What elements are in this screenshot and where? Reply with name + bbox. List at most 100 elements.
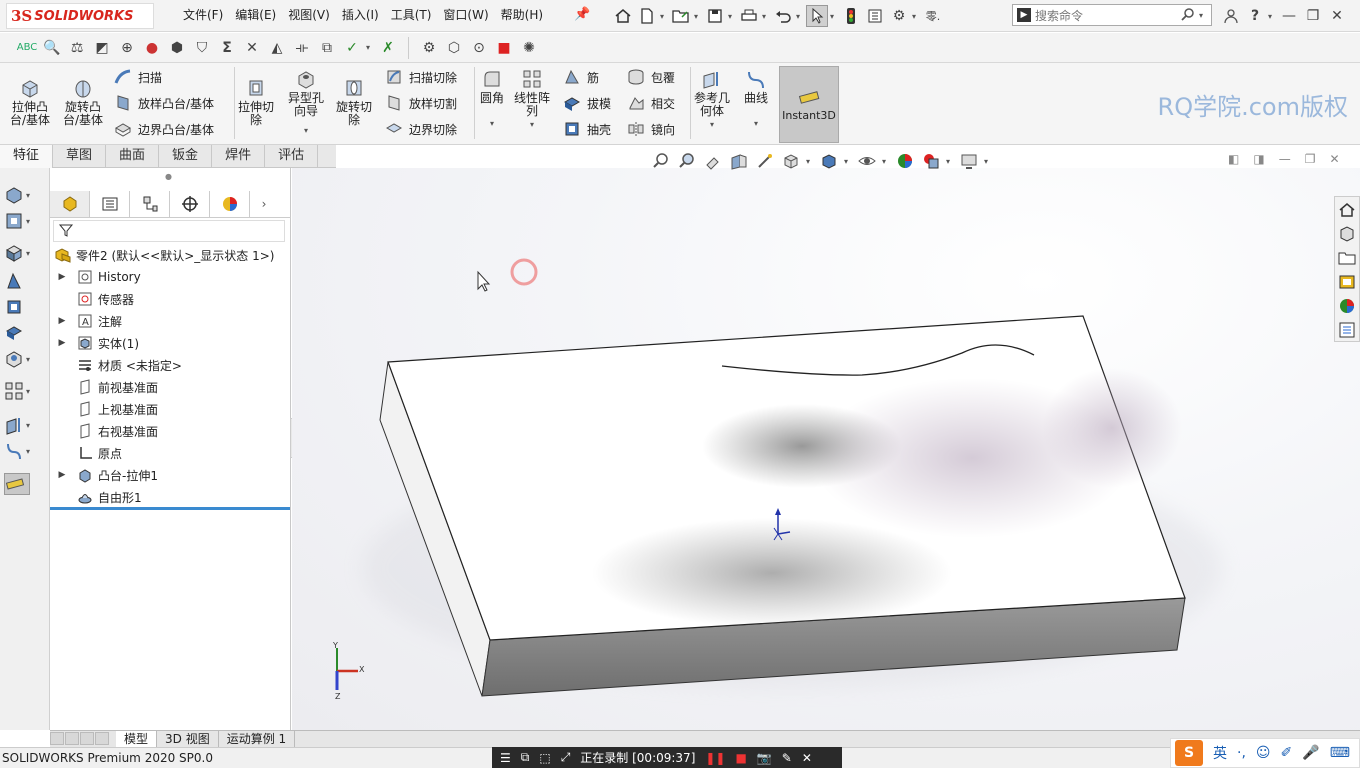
assembly-icon[interactable]: ⚙ — [418, 37, 440, 59]
select-arrow-icon[interactable] — [806, 5, 828, 27]
chevron-down-icon[interactable]: ▾ — [752, 117, 760, 130]
boundary-boss-button[interactable]: 边界凸台/基体 — [114, 118, 214, 140]
open-folder-icon[interactable] — [670, 5, 692, 27]
revolve-cut-button[interactable]: 旋转切 除 — [336, 77, 372, 127]
chevron-down-icon[interactable]: ▾ — [488, 117, 496, 130]
tile-left-icon[interactable]: ◧ — [1228, 152, 1239, 166]
measure-icon[interactable]: 🔍 — [41, 37, 63, 59]
gear-icon[interactable]: ⚙ — [888, 5, 910, 27]
expand-icon[interactable]: ▶ — [56, 470, 68, 480]
chevron-down-icon[interactable]: ▾ — [728, 12, 736, 21]
save-icon[interactable] — [704, 5, 726, 27]
pattern-icon[interactable]: ⬡ — [443, 37, 465, 59]
camera-icon[interactable]: 📷 — [757, 751, 772, 765]
close-icon[interactable]: ✕ — [1326, 5, 1348, 27]
chevron-down-icon[interactable]: ▾ — [1268, 12, 1276, 21]
expand-icon[interactable]: ▶ — [56, 272, 68, 282]
curves-button[interactable]: 曲线 ▾ — [744, 68, 768, 130]
appearance-icon[interactable] — [894, 150, 916, 172]
expand-icon[interactable]: ▶ — [56, 338, 68, 348]
fillet-button[interactable]: 圆角 ▾ — [480, 68, 504, 130]
chevron-down-icon[interactable]: ▾ — [796, 12, 804, 21]
hole-wizard-button[interactable]: 异型孔 向导 ▾ — [288, 68, 324, 137]
boundary-cut-button[interactable]: 边界切除 — [385, 118, 457, 140]
hide-show-icon[interactable] — [856, 150, 878, 172]
excel-icon[interactable]: ✗ — [377, 37, 399, 59]
chevron-down-icon[interactable]: ▾ — [946, 157, 954, 166]
chevron-down-icon[interactable]: ▾ — [844, 157, 852, 166]
sweep-button[interactable]: 扫描 — [114, 66, 162, 88]
check-geometry-icon[interactable]: ⊕ — [116, 37, 138, 59]
traffic-light-icon[interactable] — [840, 5, 862, 27]
tree-item-right-plane[interactable]: 右视基准面 — [56, 420, 158, 442]
print-icon[interactable] — [738, 5, 760, 27]
tree-item-top-plane[interactable]: 上视基准面 — [56, 398, 158, 420]
display-manager-tab[interactable] — [210, 190, 250, 217]
home-icon[interactable] — [1336, 199, 1358, 221]
chevron-down-icon[interactable]: ▾ — [26, 421, 34, 430]
rib-button[interactable]: 筋 — [563, 66, 599, 88]
chevron-down-icon[interactable]: ▾ — [1199, 11, 1207, 20]
tab-3d-views[interactable]: 3D 视图 — [157, 731, 219, 747]
chevron-down-icon[interactable]: ▾ — [26, 447, 34, 456]
symmetry-icon[interactable]: ⟛ — [291, 37, 313, 59]
new-document-icon[interactable] — [636, 5, 658, 27]
tree-root[interactable]: 零件2 (默认<<默认>_显示状态 1>) — [54, 244, 274, 266]
feature-manager-tab[interactable] — [50, 190, 90, 217]
draft-button[interactable]: 拔模 — [563, 92, 611, 114]
pen-icon[interactable]: ✎ — [782, 751, 792, 765]
tab-surfaces[interactable]: 曲面 — [106, 145, 160, 168]
resize-icon[interactable]: ⤢ — [561, 750, 571, 765]
shortcut-draft[interactable] — [4, 322, 44, 344]
geometry-analysis-icon[interactable]: ⬢ — [166, 37, 188, 59]
search-icon[interactable] — [1181, 7, 1195, 24]
chevron-down-icon[interactable]: ▾ — [528, 118, 536, 131]
dimxpert-tab[interactable] — [170, 190, 210, 217]
region-icon[interactable]: ⬚ — [539, 751, 550, 765]
chevron-down-icon[interactable]: ▾ — [660, 12, 668, 21]
curvature-icon[interactable]: ✕ — [241, 37, 263, 59]
ime-language[interactable]: 英 — [1213, 743, 1227, 763]
tab-scroll-buttons[interactable] — [50, 731, 112, 747]
rollback-bar[interactable] — [50, 507, 290, 510]
shortcut-curves[interactable]: ▾ — [4, 440, 44, 462]
dynamic-annotation-icon[interactable] — [754, 150, 776, 172]
shortcut-rib[interactable] — [4, 270, 44, 292]
tree-item-boss-extrude[interactable]: ▶ 凸台-拉伸1 — [56, 464, 158, 486]
close-icon[interactable]: ✕ — [802, 751, 812, 765]
configuration-manager-tab[interactable] — [130, 190, 170, 217]
mirror-button[interactable]: 镜向 — [627, 118, 675, 140]
user-icon[interactable] — [1220, 5, 1242, 27]
tab-motion-study[interactable]: 运动算例 1 — [219, 731, 296, 747]
tab-evaluate[interactable]: 评估 — [265, 145, 319, 168]
skin-icon[interactable]: ✐ — [1281, 745, 1293, 761]
chevron-down-icon[interactable]: ▾ — [912, 12, 920, 21]
check-circle-icon[interactable]: ⊙ — [468, 37, 490, 59]
shell-button[interactable]: 抽壳 — [563, 118, 611, 140]
chevron-down-icon[interactable]: ▾ — [26, 191, 34, 200]
color-icon[interactable]: ● — [141, 37, 163, 59]
shortcut-pattern[interactable]: ▾ — [4, 380, 44, 402]
more-icon[interactable]: 零. — [922, 5, 944, 27]
chevron-down-icon[interactable]: ▾ — [984, 157, 992, 166]
panel-grip[interactable]: ● — [165, 172, 172, 181]
intersect-button[interactable]: 相交 — [627, 92, 675, 114]
extrude-boss-button[interactable]: 拉伸凸 台/基体 — [10, 77, 50, 127]
file-properties-icon[interactable] — [864, 5, 886, 27]
shield-icon[interactable]: ⛉ — [191, 37, 213, 59]
menu-icon[interactable]: ☰ — [500, 751, 511, 765]
property-manager-tab[interactable] — [90, 190, 130, 217]
emoji-icon[interactable]: ☺ — [1256, 745, 1271, 761]
shortcut-shell[interactable] — [4, 296, 44, 318]
revolve-boss-button[interactable]: 旋转凸 台/基体 — [63, 77, 103, 127]
expand-icon[interactable]: ▶ — [56, 316, 68, 326]
shortcut-extrude[interactable]: ▾ — [4, 184, 44, 206]
shortcut-cube[interactable]: ▾ — [4, 242, 44, 264]
mass-properties-icon[interactable]: ⚖ — [66, 37, 88, 59]
menu-insert[interactable]: 插入(I) — [342, 6, 379, 26]
tree-item-annotations[interactable]: ▶ A 注解 — [56, 310, 122, 332]
restore-icon[interactable]: ❐ — [1305, 152, 1316, 166]
previous-view-icon[interactable] — [702, 150, 724, 172]
solidworks-logo[interactable]: 3S SOLIDWORKS — [6, 3, 154, 29]
sigma-icon[interactable]: Σ — [216, 37, 238, 59]
